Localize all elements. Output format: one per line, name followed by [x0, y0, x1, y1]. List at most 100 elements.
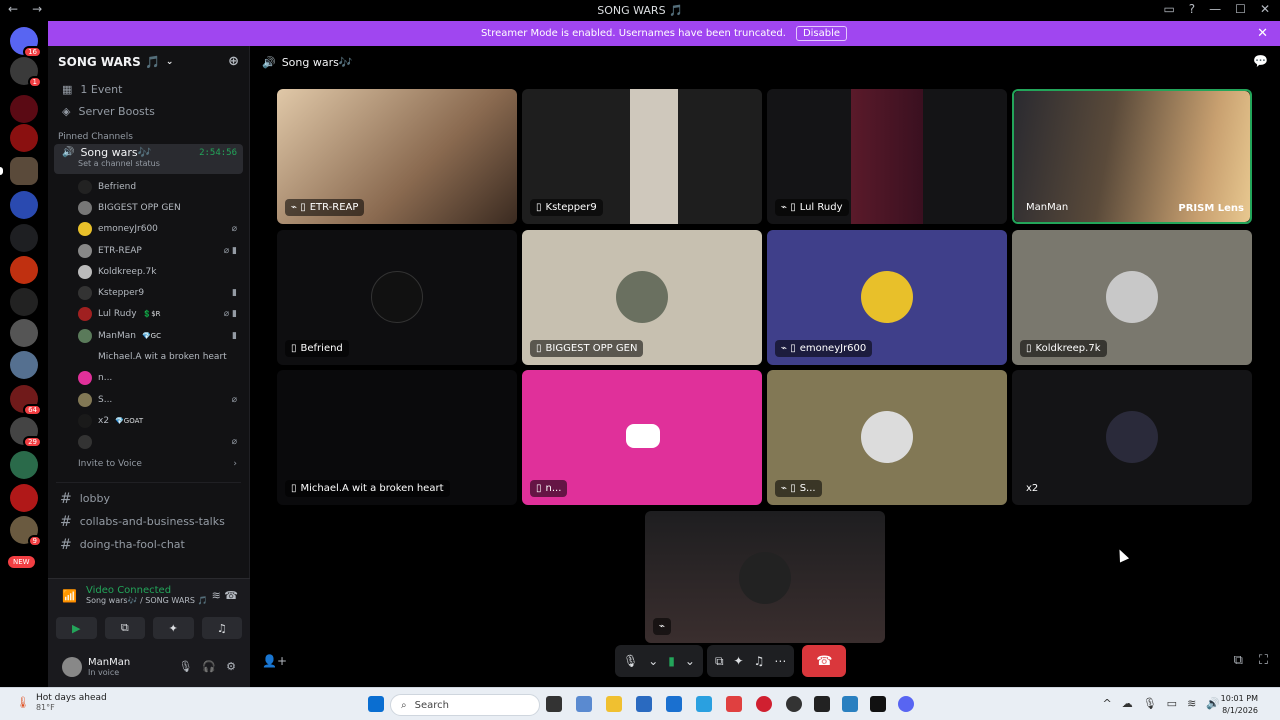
- server-icon[interactable]: [10, 95, 38, 123]
- server-icon[interactable]: [10, 351, 38, 379]
- video-tile[interactable]: ▯ Befriend: [277, 230, 517, 365]
- app-icon[interactable]: [786, 696, 802, 712]
- server-icon[interactable]: 9: [10, 516, 42, 547]
- server-icon-song-wars[interactable]: [10, 157, 38, 185]
- chevron-down-icon[interactable]: ⌄: [685, 654, 695, 668]
- add-member-icon[interactable]: ⊕: [228, 54, 239, 69]
- volume-icon[interactable]: 🔊: [1206, 697, 1220, 710]
- server-icon[interactable]: [10, 484, 38, 512]
- app-icon[interactable]: [870, 696, 886, 712]
- server-icon[interactable]: 64: [10, 385, 42, 416]
- chevron-up-icon[interactable]: ^: [1102, 697, 1111, 710]
- voice-member[interactable]: ⌀: [48, 432, 249, 453]
- close-window-button[interactable]: ✕: [1260, 2, 1270, 16]
- signal-icon[interactable]: 📶: [62, 589, 77, 603]
- outlook-icon[interactable]: [666, 696, 682, 712]
- video-tile-speaking[interactable]: ManMan PRISM Lens: [1012, 89, 1252, 224]
- close-icon[interactable]: ✕: [1257, 26, 1268, 41]
- text-channel-doing-tha-fool[interactable]: # doing-tha-fool-chat: [48, 533, 249, 556]
- network-icon[interactable]: ▭: [1167, 697, 1177, 710]
- video-tile[interactable]: ▯ Kstepper9: [522, 89, 762, 224]
- microphone-icon[interactable]: 🎙: [178, 660, 192, 673]
- folder-icon[interactable]: [10, 224, 38, 252]
- fullscreen-icon[interactable]: ⛶: [1259, 653, 1268, 668]
- video-tile[interactable]: ⌁ ▯ ETR-REAP: [277, 89, 517, 224]
- app-icon[interactable]: [842, 696, 858, 712]
- video-tile[interactable]: ▯ BIGGEST OPP GEN: [522, 230, 762, 365]
- video-tile[interactable]: x2: [1012, 370, 1252, 505]
- voice-member[interactable]: S... ⌀: [48, 389, 249, 410]
- server-header[interactable]: SONG WARS 🎵 ⌄ ⊕: [48, 46, 249, 78]
- more-options-icon[interactable]: ⋯: [774, 654, 786, 668]
- weather-widget[interactable]: 🌡 Hot days ahead 81°F: [16, 693, 107, 712]
- taskbar-search[interactable]: ⌕ Search: [390, 694, 540, 716]
- video-tile[interactable]: ⌁ ▯ emoney​Jr600: [767, 230, 1007, 365]
- voice-member[interactable]: ETR-REAP ⌀ ▮: [48, 240, 249, 261]
- cloud-icon[interactable]: ☁: [1122, 697, 1133, 710]
- maximize-button[interactable]: ☐: [1235, 2, 1246, 16]
- server-icon[interactable]: [10, 288, 38, 316]
- voice-member[interactable]: Michael.A wit a broken heart: [48, 346, 249, 367]
- help-icon[interactable]: ?: [1189, 2, 1195, 16]
- inbox-icon[interactable]: ▭: [1163, 2, 1174, 16]
- video-tile[interactable]: ▯ Koldkreep.7k: [1012, 230, 1252, 365]
- text-channel-collabs[interactable]: # collabs-and-business-talks: [48, 510, 249, 533]
- avatar[interactable]: [62, 657, 82, 677]
- activities-button[interactable]: ✦: [153, 617, 194, 639]
- voice-channel-song-wars[interactable]: 🔊 Song wars🎶 Set a channel status 2:54:5…: [54, 144, 243, 174]
- gear-icon[interactable]: ⚙: [226, 660, 236, 673]
- voice-member[interactable]: BIGGEST OPP GEN: [48, 197, 249, 218]
- invite-to-voice[interactable]: Invite to Voice ›: [48, 453, 249, 474]
- video-tile[interactable]: ⌁ ▯ S...: [767, 370, 1007, 505]
- microphone-icon[interactable]: 🎙: [1143, 697, 1157, 710]
- popout-icon[interactable]: ⧉: [1234, 653, 1243, 668]
- file-explorer-icon[interactable]: [606, 696, 622, 712]
- microphone-icon[interactable]: 🎙: [623, 654, 638, 668]
- username[interactable]: ManMan: [88, 657, 130, 668]
- chevron-down-icon[interactable]: ⌄: [648, 654, 658, 668]
- wifi-icon[interactable]: ≋: [1187, 697, 1196, 710]
- camera-button[interactable]: ▶: [56, 617, 97, 639]
- text-channel-lobby[interactable]: # lobby: [48, 487, 249, 510]
- minimize-button[interactable]: —: [1209, 2, 1221, 16]
- app-icon[interactable]: [576, 696, 592, 712]
- voice-member[interactable]: Lul Rudy 💲$R ⌀ ▮: [48, 304, 249, 325]
- windows-start-icon[interactable]: [368, 696, 384, 712]
- server-icon[interactable]: [10, 256, 38, 284]
- voice-member[interactable]: ManMan 💎GC ▮: [48, 325, 249, 346]
- video-tile[interactable]: ▯ Michael.A wit a broken heart: [277, 370, 517, 505]
- channel-status[interactable]: Set a channel status: [78, 159, 235, 168]
- events-item[interactable]: ▦ 1 Event: [48, 78, 249, 100]
- voice-member[interactable]: n...: [48, 368, 249, 389]
- voice-member[interactable]: x2 💎GOAT: [48, 410, 249, 431]
- task-view-icon[interactable]: [546, 696, 562, 712]
- screen-share-icon[interactable]: ⧉: [715, 654, 724, 669]
- voice-member[interactable]: emoneyJr600 ⌀: [48, 219, 249, 240]
- screen-share-button[interactable]: ⧉: [104, 617, 145, 639]
- server-icon[interactable]: 1: [10, 57, 42, 88]
- new-badge[interactable]: NEW: [8, 556, 35, 568]
- voice-member[interactable]: Koldkreep.7k: [48, 261, 249, 282]
- activities-icon[interactable]: ✦: [734, 654, 744, 668]
- server-icon[interactable]: 29: [10, 417, 42, 448]
- brave-icon[interactable]: [726, 696, 742, 712]
- chat-icon[interactable]: 💬: [1253, 54, 1268, 68]
- add-people-icon[interactable]: 👤+: [262, 654, 287, 668]
- direct-messages-icon[interactable]: 16: [10, 27, 42, 58]
- disable-streamer-button[interactable]: Disable: [795, 26, 848, 41]
- headphones-icon[interactable]: 🎧: [202, 660, 216, 673]
- server-icon[interactable]: [10, 191, 38, 219]
- video-tile[interactable]: ⌁: [645, 511, 885, 643]
- app-icon[interactable]: [814, 696, 830, 712]
- store-icon[interactable]: [636, 696, 652, 712]
- video-tile[interactable]: ⌁ ▯ Lul Rudy: [767, 89, 1007, 224]
- disconnect-button[interactable]: ☎: [802, 645, 847, 677]
- discord-icon[interactable]: [898, 696, 914, 712]
- app-icon[interactable]: [696, 696, 712, 712]
- server-icon[interactable]: [10, 319, 38, 347]
- soundboard-icon[interactable]: ♫: [754, 654, 765, 668]
- camera-icon[interactable]: ▮: [668, 654, 675, 668]
- clock[interactable]: 10:01 PM 8/1/2026: [1221, 693, 1258, 717]
- voice-member[interactable]: Befriend: [48, 176, 249, 197]
- server-icon[interactable]: [10, 124, 38, 152]
